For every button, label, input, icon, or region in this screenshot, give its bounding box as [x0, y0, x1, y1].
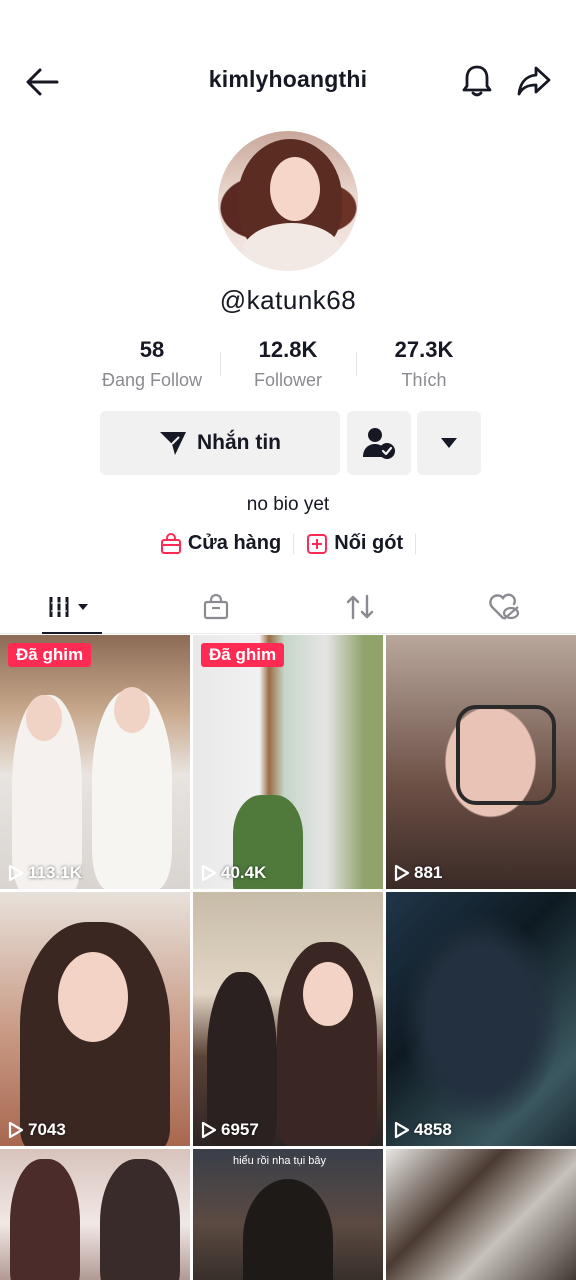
- shop-link[interactable]: Cửa hàng: [160, 532, 281, 555]
- play-icon: [8, 1121, 24, 1139]
- liked-hidden-icon: [489, 593, 520, 620]
- send-icon: [160, 432, 186, 455]
- video-thumbnail[interactable]: 6957: [193, 892, 383, 1146]
- bio-text: no bio yet: [246, 494, 330, 515]
- profile-stats: 58 Đang Follow 12.8K Follower 27.3K Thíc…: [84, 336, 492, 400]
- video-thumbnail[interactable]: 881: [386, 635, 576, 889]
- video-grid: Đã ghim 113.1K Đã ghim 40.4K 881 7043 69…: [0, 635, 576, 1280]
- friend-status-button[interactable]: [347, 411, 411, 475]
- tab-reposts[interactable]: [288, 580, 432, 633]
- follow-along-label: Nối gót: [334, 532, 404, 554]
- message-label: Nhắn tin: [197, 431, 281, 454]
- caret-down-icon: [441, 438, 457, 448]
- video-thumbnail[interactable]: Đã ghim 113.1K: [0, 635, 190, 889]
- stat-label: Thích: [401, 370, 447, 390]
- play-icon: [201, 864, 217, 882]
- view-count: 881: [394, 863, 442, 883]
- view-count-value: 40.4K: [221, 863, 267, 882]
- profile-links: Cửa hàng Nối gót: [0, 532, 576, 555]
- repost-icon: [346, 594, 374, 619]
- view-count-value: 7043: [28, 1120, 66, 1139]
- avatar-face: [270, 157, 320, 221]
- add-box-icon: [307, 533, 328, 554]
- stat-value: 27.3K: [394, 337, 454, 362]
- shop-bag-icon: [203, 593, 229, 619]
- stat-following[interactable]: 58 Đang Follow: [84, 336, 220, 400]
- play-icon: [394, 864, 410, 882]
- stat-value: 12.8K: [258, 337, 318, 362]
- thumbnail-figure: [243, 1179, 333, 1280]
- share-arrow-icon: [517, 66, 551, 96]
- more-options-button[interactable]: [417, 411, 481, 475]
- tab-shop[interactable]: [144, 580, 288, 633]
- thumbnail-glasses: [456, 705, 556, 805]
- thumbnail-face: [26, 695, 62, 741]
- link-divider: [293, 533, 295, 554]
- thumbnail-face: [114, 687, 150, 733]
- stat-value: 58: [139, 337, 165, 362]
- video-thumbnail[interactable]: 7043: [0, 892, 190, 1146]
- stat-likes[interactable]: 27.3K Thích: [356, 336, 492, 400]
- view-count-value: 881: [414, 863, 443, 882]
- shopping-bag-icon: [160, 532, 181, 554]
- view-count: 7043: [8, 1120, 66, 1140]
- link-divider: [415, 533, 417, 554]
- share-button[interactable]: [513, 60, 555, 102]
- tab-videos[interactable]: [0, 580, 144, 634]
- view-count: 6957: [201, 1120, 259, 1140]
- notification-button[interactable]: [456, 60, 498, 102]
- video-thumbnail[interactable]: hiểu rồi nha tụi bây: [193, 1149, 383, 1280]
- videos-grid-icon: [49, 596, 88, 617]
- play-icon: [201, 1121, 217, 1139]
- stat-label: Đang Follow: [101, 370, 203, 390]
- message-button[interactable]: Nhắn tin: [100, 411, 340, 475]
- view-count-value: 4858: [414, 1120, 452, 1139]
- follow-along-link[interactable]: Nối gót: [306, 532, 403, 555]
- view-count-value: 113.1K: [28, 863, 82, 882]
- stat-label: Follower: [253, 370, 323, 390]
- pinned-badge: Đã ghim: [201, 643, 285, 667]
- avatar[interactable]: [218, 131, 358, 271]
- video-thumbnail[interactable]: 4858: [386, 892, 576, 1146]
- play-icon: [8, 864, 24, 882]
- thumbnail-figure: [100, 1159, 180, 1280]
- thumbnail-face: [58, 952, 128, 1042]
- bell-icon: [462, 65, 492, 97]
- view-count: 40.4K: [201, 863, 266, 883]
- top-bar: kimlyhoangthi: [0, 0, 576, 140]
- stat-followers[interactable]: 12.8K Follower: [220, 336, 356, 400]
- video-thumbnail[interactable]: [386, 1149, 576, 1280]
- user-check-icon: [363, 428, 395, 459]
- pinned-badge: Đã ghim: [8, 643, 92, 667]
- username: @katunk68: [219, 285, 357, 315]
- view-count: 4858: [394, 1120, 452, 1140]
- thumbnail-face: [303, 962, 353, 1026]
- tab-liked[interactable]: [432, 580, 576, 633]
- video-caption: hiểu rồi nha tụi bây: [233, 1155, 326, 1167]
- shop-link-label: Cửa hàng: [187, 532, 282, 554]
- content-tabs: [0, 580, 576, 634]
- view-count: 113.1K: [8, 863, 82, 883]
- view-count-value: 6957: [221, 1120, 259, 1139]
- play-icon: [394, 1121, 410, 1139]
- video-thumbnail[interactable]: Đã ghim 40.4K: [193, 635, 383, 889]
- video-thumbnail[interactable]: [0, 1149, 190, 1280]
- thumbnail-figure: [10, 1159, 80, 1280]
